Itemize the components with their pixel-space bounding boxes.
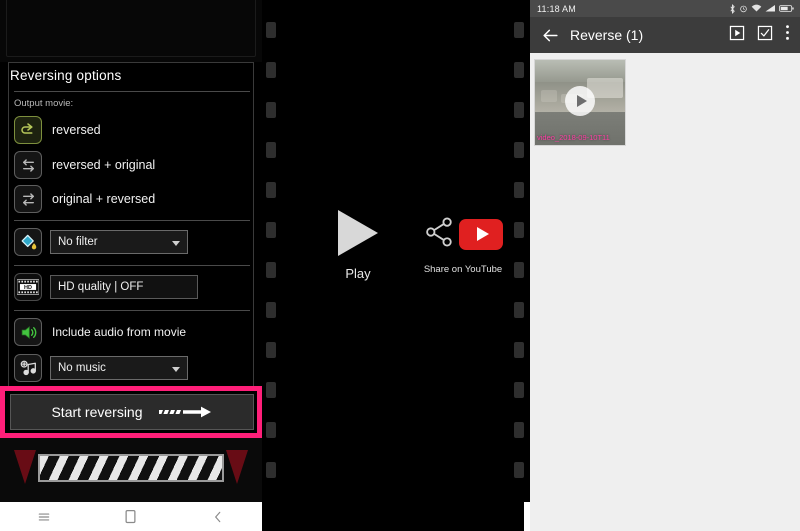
- thumbnail-object: [541, 90, 557, 102]
- hd-quality-box[interactable]: HD quality | OFF: [50, 275, 198, 299]
- film-sprockets-left: [266, 0, 276, 502]
- play-triangle-icon: [338, 210, 378, 256]
- youtube-icon: [459, 218, 503, 250]
- play-label: Play: [345, 266, 371, 281]
- home-icon[interactable]: [124, 509, 137, 524]
- arrow-right-icon: [158, 404, 213, 420]
- output-option-reversed-original[interactable]: reversed + original: [14, 150, 155, 180]
- alarm-icon: [739, 4, 748, 13]
- title-divider: [14, 91, 250, 92]
- output-movie-label: Output movie:: [14, 98, 74, 109]
- left-phone-panel: Reversing options Output movie: reversed…: [0, 0, 262, 531]
- left-top-empty-area: [0, 0, 262, 62]
- reversing-options-title: Reversing options: [10, 68, 122, 83]
- right-red-triangle-icon: [226, 450, 248, 484]
- output-option-label: reversed + original: [52, 158, 156, 172]
- share-label: Share on YouTube: [423, 264, 503, 275]
- status-bar-time: 11:18 AM: [537, 3, 576, 14]
- video-list: video_2018-09-10T11: [530, 53, 800, 502]
- overflow-menu-icon[interactable]: [785, 24, 790, 46]
- checkbox-icon[interactable]: [757, 25, 773, 46]
- chevron-down-icon: [172, 367, 180, 372]
- music-select[interactable]: No music: [50, 356, 188, 380]
- app-bar: Reverse (1): [530, 17, 800, 53]
- music-row[interactable]: No music: [14, 354, 188, 382]
- play-box-icon[interactable]: [729, 25, 745, 46]
- include-audio-row[interactable]: Include audio from movie: [14, 318, 186, 346]
- reverse-then-forward-icon: [14, 151, 42, 179]
- back-icon[interactable]: [211, 510, 225, 524]
- add-music-note-icon: [14, 354, 42, 382]
- play-button[interactable]: Play: [320, 210, 396, 281]
- left-navigation-bar: [0, 502, 262, 531]
- output-option-label: original + reversed: [52, 192, 156, 206]
- left-red-triangle-icon: [14, 450, 36, 484]
- wifi-icon: [751, 4, 762, 13]
- screenshot-root: Reversing options Output movie: reversed…: [0, 0, 800, 531]
- forward-then-reverse-icon: [14, 185, 42, 213]
- output-option-original-reversed[interactable]: original + reversed: [14, 184, 155, 214]
- svg-text:HD: HD: [24, 285, 32, 291]
- battery-icon: [779, 4, 794, 13]
- include-audio-label: Include audio from movie: [52, 325, 187, 339]
- status-bar: 11:18 AM: [530, 0, 800, 17]
- film-strip-decoration: [0, 438, 262, 502]
- divider-after-hd: [14, 310, 250, 311]
- start-reversing-label: Start reversing: [51, 404, 143, 420]
- start-reversing-button[interactable]: Start reversing: [10, 394, 254, 430]
- filter-value: No filter: [58, 236, 98, 248]
- list-item[interactable]: video_2018-09-10T11: [534, 59, 626, 146]
- speaker-icon: [14, 318, 42, 346]
- filter-select[interactable]: No filter: [50, 230, 188, 254]
- music-value: No music: [58, 362, 106, 374]
- divider-after-filter: [14, 265, 250, 266]
- hd-film-icon: HD: [14, 273, 42, 301]
- divider-after-options: [14, 220, 250, 221]
- share-nodes-icon: [423, 215, 457, 254]
- loop-reverse-icon: [14, 116, 42, 144]
- recents-icon[interactable]: [37, 510, 51, 524]
- back-arrow-icon[interactable]: [530, 26, 570, 45]
- paint-bucket-icon: [14, 228, 42, 256]
- player-screen: Play Share on YouTube: [262, 0, 530, 502]
- bluetooth-icon: [729, 3, 736, 14]
- app-bar-title: Reverse (1): [570, 27, 644, 43]
- hd-quality-row[interactable]: HD HD quality | OFF: [14, 273, 198, 301]
- hd-quality-label: HD quality | OFF: [58, 281, 144, 293]
- play-circle-icon[interactable]: [565, 86, 595, 116]
- film-strip-bar: [38, 454, 224, 482]
- list-item-filename: video_2018-09-10T11: [537, 133, 610, 142]
- chevron-down-icon: [172, 241, 180, 246]
- output-option-label: reversed: [52, 123, 101, 137]
- signal-icon: [765, 4, 776, 13]
- middle-phone-panel: Play Share on YouTube: [262, 0, 530, 531]
- filter-row[interactable]: No filter: [14, 228, 188, 256]
- share-on-youtube-button[interactable]: Share on YouTube: [404, 212, 522, 275]
- right-phone-panel: 11:18 AM Reverse (1) video_2018-09-10T11: [530, 0, 800, 531]
- output-option-reversed[interactable]: reversed: [14, 115, 101, 145]
